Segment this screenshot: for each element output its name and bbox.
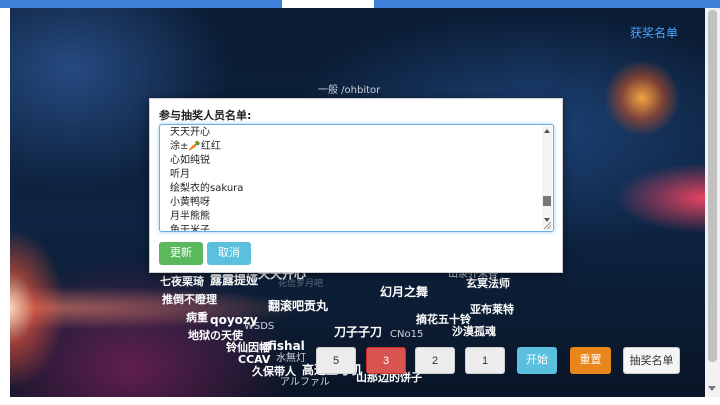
cloud-name: 花信岁月吧 <box>278 279 324 289</box>
cloud-name: WSDS <box>244 321 275 332</box>
participant-name: 听月 <box>170 169 190 180</box>
cloud-name: 一般 /ohbitor <box>318 85 381 96</box>
participant-name: 天天开心 <box>170 127 210 138</box>
cloud-name: 亚布莱特 <box>470 303 514 316</box>
cloud-name: CCAV <box>238 353 271 366</box>
participants-modal: 参与抽奖人员名单: 天天开心涂±🥕红红心如纯锐听月绘梨衣的sakura 小黄鸭呀月… <box>149 98 563 273</box>
cloud-name: 摘花五十铃 <box>416 313 471 326</box>
textarea-scrollbar[interactable] <box>542 126 552 230</box>
cloud-name: 幻月之舞 <box>380 285 429 299</box>
participants-textarea[interactable]: 天天开心涂±🥕红红心如纯锐听月绘梨衣的sakura 小黄鸭呀月半熊熊鱼干米子 <box>159 124 554 232</box>
prize-count-1-button[interactable]: 1 <box>465 347 505 374</box>
modal-title: 参与抽奖人员名单: <box>159 109 252 122</box>
participant-name: 心如纯锐 <box>170 155 210 166</box>
participant-name: 涂±🥕红红 <box>170 141 221 152</box>
participants-list: 天天开心涂±🥕红红心如纯锐听月绘梨衣的sakura 小黄鸭呀月半熊熊鱼干米子 <box>170 126 540 232</box>
textarea-scrollbar-thumb[interactable] <box>543 196 551 206</box>
participant-name: 鱼干米子 <box>170 225 210 232</box>
participant-name: 小黄鸭呀 <box>170 197 210 208</box>
top-accent-bar <box>0 0 720 8</box>
cloud-name: 刀子子刀 <box>334 325 383 339</box>
bottom-strip <box>0 397 705 405</box>
cloud-name: 玄冥法师 <box>466 277 510 290</box>
cloud-name: 翻滚吧贡丸 <box>268 299 329 313</box>
prize-count-5-button[interactable]: 5 <box>316 347 356 374</box>
cloud-name: CNo15 <box>390 329 424 340</box>
prize-count-3-button[interactable]: 3 <box>366 347 406 374</box>
top-bar-tab <box>282 0 374 8</box>
cloud-name: fishal <box>268 339 305 353</box>
page-scrollbar-thumb[interactable] <box>708 10 717 362</box>
lottery-list-button[interactable]: 抽奖名单 <box>623 347 680 374</box>
cloud-name: 病重 <box>186 311 208 324</box>
carrot-icon: 🥕 <box>188 141 201 152</box>
cancel-button[interactable]: 取消 <box>207 242 251 265</box>
start-button[interactable]: 开始 <box>517 347 557 374</box>
cloud-name: 铃仙因幡 <box>226 341 270 354</box>
cloud-name: 沙漠孤魂 <box>452 325 496 338</box>
scroll-up-icon[interactable] <box>544 129 550 133</box>
winners-list-link[interactable]: 获奖名单 <box>630 24 678 41</box>
scroll-down-icon[interactable] <box>708 386 716 391</box>
page-scrollbar[interactable] <box>705 8 720 397</box>
resize-grip-icon[interactable] <box>544 222 551 229</box>
cloud-name: 久保带人 <box>252 365 296 378</box>
cloud-name: 露露提娅 <box>210 273 259 287</box>
cloud-name: アルファル <box>280 377 330 388</box>
cloud-name: 地狱の天使 <box>188 329 243 342</box>
update-button[interactable]: 更新 <box>159 242 203 265</box>
participant-name: 绘梨衣的sakura <box>170 183 244 194</box>
cloud-name: 推倒不瞪理 <box>162 293 217 306</box>
reset-button[interactable]: 重置 <box>570 347 611 374</box>
cloud-name: 七夜栗琦 <box>160 275 204 288</box>
prize-count-2-button[interactable]: 2 <box>415 347 455 374</box>
participant-name: 月半熊熊 <box>170 211 210 222</box>
